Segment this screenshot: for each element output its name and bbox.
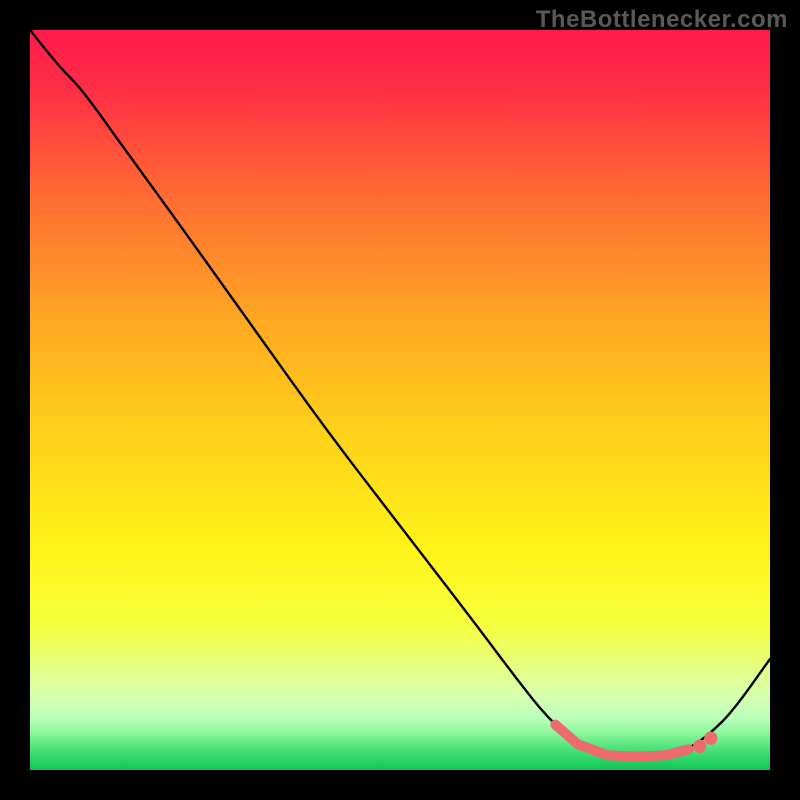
chart-frame: TheBottlenecker.com	[0, 0, 800, 800]
highlight-dot	[693, 740, 706, 753]
curve-layer	[30, 30, 770, 770]
highlight-segment	[555, 725, 688, 757]
bottleneck-curve	[30, 30, 770, 756]
highlight-dots	[693, 732, 717, 753]
highlight-dot	[704, 732, 717, 745]
plot-area	[30, 30, 770, 770]
